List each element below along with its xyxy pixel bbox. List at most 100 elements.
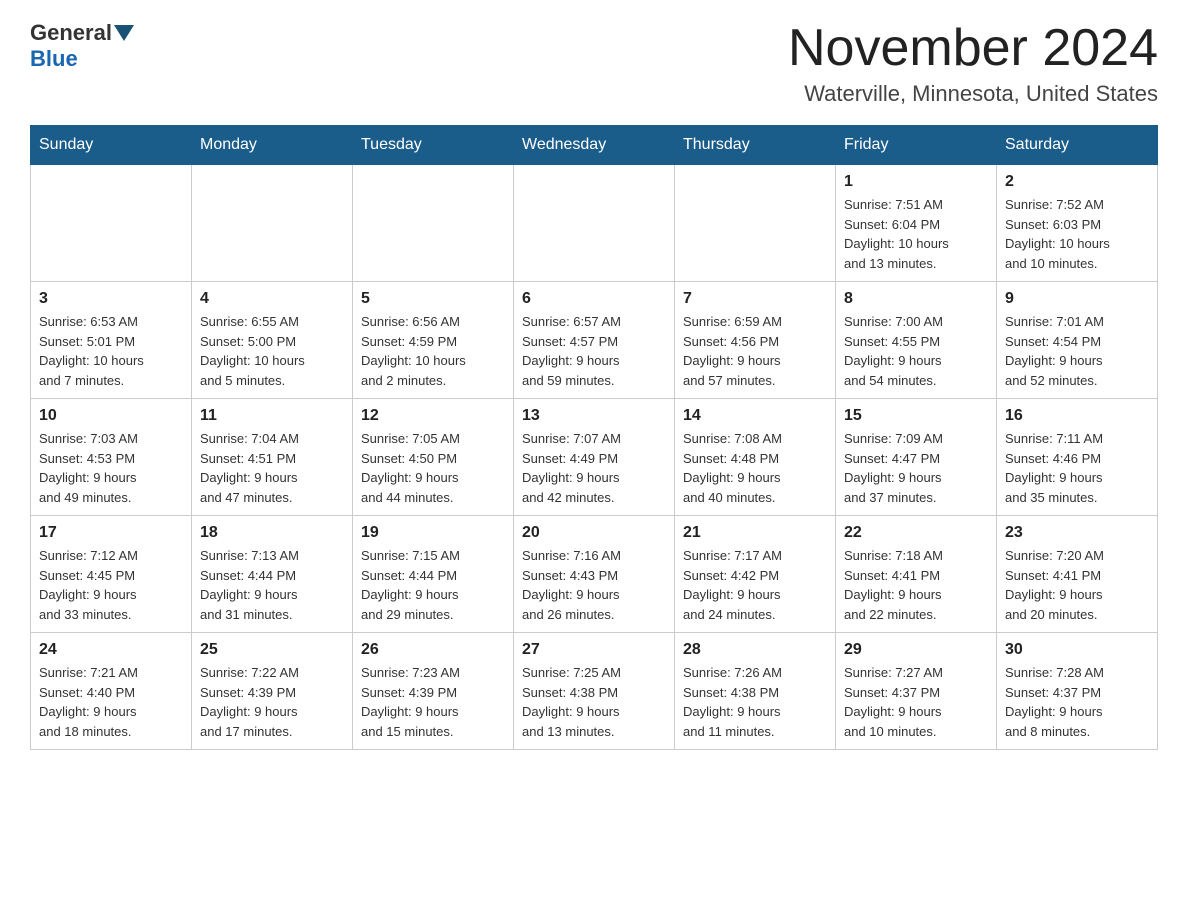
calendar-table: SundayMondayTuesdayWednesdayThursdayFrid… bbox=[30, 125, 1158, 750]
calendar-cell: 13Sunrise: 7:07 AMSunset: 4:49 PMDayligh… bbox=[514, 399, 675, 516]
calendar-cell: 24 Sunrise: 7:21 AMSunset: 4:40 PMDayligh… bbox=[31, 633, 192, 750]
day-info: Sunrise: 7:26 AMSunset: 4:38 PMDaylight:… bbox=[683, 663, 827, 741]
calendar-cell: 26Sunrise: 7:23 AMSunset: 4:39 PMDayligh… bbox=[353, 633, 514, 750]
page-header: General Blue November 2024 Waterville, M… bbox=[30, 20, 1158, 107]
calendar-cell: 20 Sunrise: 7:16 AMSunset: 4:43 PMDayligh… bbox=[514, 516, 675, 633]
day-number: 16 bbox=[1005, 407, 1149, 425]
calendar-cell: 30 Sunrise: 7:28 AMSunset: 4:37 PMDayligh… bbox=[997, 633, 1158, 750]
day-number: 12 bbox=[361, 407, 505, 425]
calendar-cell: 22 Sunrise: 7:18 AMSunset: 4:41 PMDayligh… bbox=[836, 516, 997, 633]
day-number: 25 bbox=[200, 641, 344, 659]
day-number: 21 bbox=[683, 524, 827, 542]
location-title: Waterville, Minnesota, United States bbox=[788, 81, 1158, 107]
calendar-cell bbox=[31, 165, 192, 282]
day-info: Sunrise: 7:04 AMSunset: 4:51 PMDaylight:… bbox=[200, 429, 344, 507]
day-info: Sunrise: 7:11 AMSunset: 4:46 PMDaylight:… bbox=[1005, 429, 1149, 507]
day-info: Sunrise: 7:17 AMSunset: 4:42 PMDaylight:… bbox=[683, 546, 827, 624]
day-info: Sunrise: 7:01 AMSunset: 4:54 PMDaylight:… bbox=[1005, 312, 1149, 390]
day-info: Sunrise: 6:53 AMSunset: 5:01 PMDaylight:… bbox=[39, 312, 183, 390]
calendar-cell bbox=[675, 165, 836, 282]
day-info: Sunrise: 7:22 AMSunset: 4:39 PMDaylight:… bbox=[200, 663, 344, 741]
day-info: Sunrise: 7:08 AMSunset: 4:48 PMDaylight:… bbox=[683, 429, 827, 507]
day-info: Sunrise: 7:20 AMSunset: 4:41 PMDaylight:… bbox=[1005, 546, 1149, 624]
day-number: 9 bbox=[1005, 290, 1149, 308]
weekday-header-tuesday: Tuesday bbox=[353, 126, 514, 165]
calendar-cell: 9 Sunrise: 7:01 AMSunset: 4:54 PMDaylight… bbox=[997, 282, 1158, 399]
day-info: Sunrise: 7:09 AMSunset: 4:47 PMDaylight:… bbox=[844, 429, 988, 507]
day-info: Sunrise: 7:05 AMSunset: 4:50 PMDaylight:… bbox=[361, 429, 505, 507]
calendar-cell: 15 Sunrise: 7:09 AMSunset: 4:47 PMDayligh… bbox=[836, 399, 997, 516]
day-info: Sunrise: 7:28 AMSunset: 4:37 PMDaylight:… bbox=[1005, 663, 1149, 741]
logo-blue-text: Blue bbox=[30, 46, 78, 71]
day-number: 10 bbox=[39, 407, 183, 425]
calendar-cell: 7 Sunrise: 6:59 AMSunset: 4:56 PMDaylight… bbox=[675, 282, 836, 399]
weekday-header-friday: Friday bbox=[836, 126, 997, 165]
day-number: 7 bbox=[683, 290, 827, 308]
weekday-header-saturday: Saturday bbox=[997, 126, 1158, 165]
day-info: Sunrise: 7:15 AMSunset: 4:44 PMDaylight:… bbox=[361, 546, 505, 624]
logo: General Blue bbox=[30, 20, 136, 72]
day-info: Sunrise: 6:59 AMSunset: 4:56 PMDaylight:… bbox=[683, 312, 827, 390]
calendar-cell: 12 Sunrise: 7:05 AMSunset: 4:50 PMDayligh… bbox=[353, 399, 514, 516]
day-number: 4 bbox=[200, 290, 344, 308]
day-number: 18 bbox=[200, 524, 344, 542]
day-number: 2 bbox=[1005, 173, 1149, 191]
calendar-cell: 14 Sunrise: 7:08 AMSunset: 4:48 PMDayligh… bbox=[675, 399, 836, 516]
calendar-cell: 8Sunrise: 7:00 AMSunset: 4:55 PMDaylight… bbox=[836, 282, 997, 399]
day-info: Sunrise: 7:13 AMSunset: 4:44 PMDaylight:… bbox=[200, 546, 344, 624]
day-number: 29 bbox=[844, 641, 988, 659]
day-number: 20 bbox=[522, 524, 666, 542]
calendar-cell: 4 Sunrise: 6:55 AMSunset: 5:00 PMDaylight… bbox=[192, 282, 353, 399]
day-number: 1 bbox=[844, 173, 988, 191]
weekday-header-monday: Monday bbox=[192, 126, 353, 165]
calendar-cell: 27 Sunrise: 7:25 AMSunset: 4:38 PMDayligh… bbox=[514, 633, 675, 750]
calendar-cell bbox=[192, 165, 353, 282]
day-info: Sunrise: 7:18 AMSunset: 4:41 PMDaylight:… bbox=[844, 546, 988, 624]
week-row-3: 10 Sunrise: 7:03 AMSunset: 4:53 PMDayligh… bbox=[31, 399, 1158, 516]
week-row-1: 1Sunrise: 7:51 AMSunset: 6:04 PMDaylight… bbox=[31, 165, 1158, 282]
day-info: Sunrise: 7:07 AMSunset: 4:49 PMDaylight:… bbox=[522, 429, 666, 507]
day-info: Sunrise: 6:55 AMSunset: 5:00 PMDaylight:… bbox=[200, 312, 344, 390]
week-row-4: 17 Sunrise: 7:12 AMSunset: 4:45 PMDayligh… bbox=[31, 516, 1158, 633]
day-number: 17 bbox=[39, 524, 183, 542]
calendar-cell: 17 Sunrise: 7:12 AMSunset: 4:45 PMDayligh… bbox=[31, 516, 192, 633]
day-number: 8 bbox=[844, 290, 988, 308]
day-number: 23 bbox=[1005, 524, 1149, 542]
day-number: 5 bbox=[361, 290, 505, 308]
day-info: Sunrise: 6:57 AMSunset: 4:57 PMDaylight:… bbox=[522, 312, 666, 390]
calendar-cell: 10 Sunrise: 7:03 AMSunset: 4:53 PMDayligh… bbox=[31, 399, 192, 516]
calendar-cell: 19 Sunrise: 7:15 AMSunset: 4:44 PMDayligh… bbox=[353, 516, 514, 633]
weekday-header-row: SundayMondayTuesdayWednesdayThursdayFrid… bbox=[31, 126, 1158, 165]
month-title: November 2024 bbox=[788, 20, 1158, 77]
calendar-cell: 1Sunrise: 7:51 AMSunset: 6:04 PMDaylight… bbox=[836, 165, 997, 282]
week-row-2: 3 Sunrise: 6:53 AMSunset: 5:01 PMDaylight… bbox=[31, 282, 1158, 399]
day-info: Sunrise: 7:21 AMSunset: 4:40 PMDaylight:… bbox=[39, 663, 183, 741]
day-info: Sunrise: 7:03 AMSunset: 4:53 PMDaylight:… bbox=[39, 429, 183, 507]
calendar-cell bbox=[353, 165, 514, 282]
day-info: Sunrise: 7:25 AMSunset: 4:38 PMDaylight:… bbox=[522, 663, 666, 741]
day-info: Sunrise: 7:52 AMSunset: 6:03 PMDaylight:… bbox=[1005, 195, 1149, 273]
day-number: 28 bbox=[683, 641, 827, 659]
calendar-cell: 18 Sunrise: 7:13 AMSunset: 4:44 PMDayligh… bbox=[192, 516, 353, 633]
day-number: 24 bbox=[39, 641, 183, 659]
calendar-cell: 21 Sunrise: 7:17 AMSunset: 4:42 PMDayligh… bbox=[675, 516, 836, 633]
weekday-header-sunday: Sunday bbox=[31, 126, 192, 165]
day-info: Sunrise: 7:12 AMSunset: 4:45 PMDaylight:… bbox=[39, 546, 183, 624]
day-info: Sunrise: 7:16 AMSunset: 4:43 PMDaylight:… bbox=[522, 546, 666, 624]
calendar-cell bbox=[514, 165, 675, 282]
day-info: Sunrise: 6:56 AMSunset: 4:59 PMDaylight:… bbox=[361, 312, 505, 390]
calendar-cell: 11 Sunrise: 7:04 AMSunset: 4:51 PMDayligh… bbox=[192, 399, 353, 516]
logo-general-text: General bbox=[30, 20, 112, 46]
day-number: 22 bbox=[844, 524, 988, 542]
day-number: 14 bbox=[683, 407, 827, 425]
calendar-cell: 3 Sunrise: 6:53 AMSunset: 5:01 PMDaylight… bbox=[31, 282, 192, 399]
calendar-cell: 28 Sunrise: 7:26 AMSunset: 4:38 PMDayligh… bbox=[675, 633, 836, 750]
day-number: 3 bbox=[39, 290, 183, 308]
day-number: 30 bbox=[1005, 641, 1149, 659]
day-number: 19 bbox=[361, 524, 505, 542]
title-block: November 2024 Waterville, Minnesota, Uni… bbox=[788, 20, 1158, 107]
day-number: 27 bbox=[522, 641, 666, 659]
day-number: 11 bbox=[200, 407, 344, 425]
day-number: 15 bbox=[844, 407, 988, 425]
calendar-cell: 2 Sunrise: 7:52 AMSunset: 6:03 PMDaylight… bbox=[997, 165, 1158, 282]
